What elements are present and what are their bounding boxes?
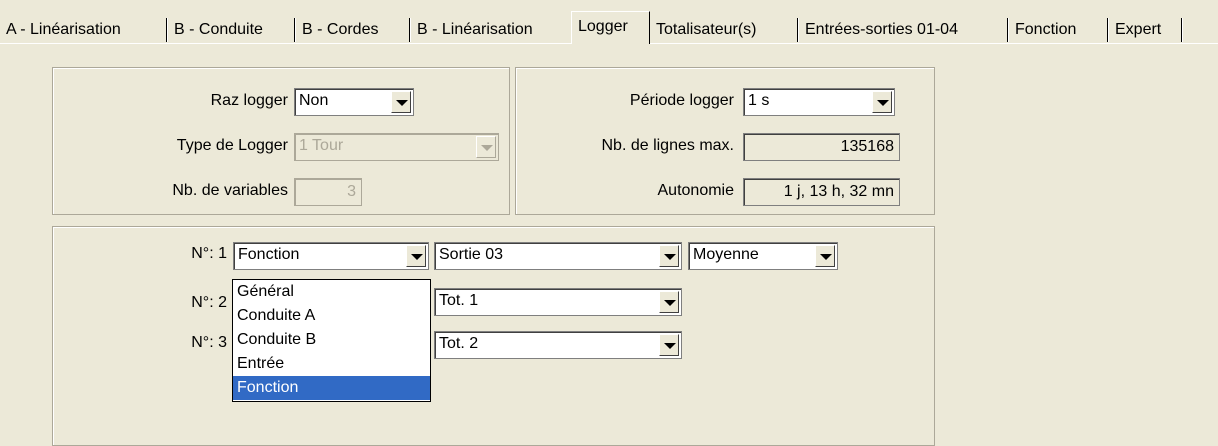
- variable-1-source-select[interactable]: Fonction: [233, 242, 429, 270]
- source-dropdown-list: Général Conduite A Conduite B Entrée Fon…: [232, 279, 431, 402]
- nb-variables-field: 3: [294, 178, 362, 206]
- type-logger-value: 1 Tour: [299, 137, 344, 154]
- tab-a-linearisation[interactable]: A - Linéarisation: [0, 16, 168, 43]
- variable-1-output-select[interactable]: Sortie 03: [434, 242, 682, 270]
- raz-logger-label: Raz logger: [210, 92, 288, 109]
- tab-totalisateurs[interactable]: Totalisateur(s): [650, 16, 799, 43]
- tab-label: Entrées-sorties 01-04: [805, 21, 958, 38]
- chevron-down-icon[interactable]: [815, 245, 835, 267]
- variable-3-label: N°: 3: [191, 334, 227, 351]
- nb-lignes-field: 135168: [743, 133, 900, 161]
- chevron-down-icon: [476, 136, 496, 158]
- raz-logger-select[interactable]: Non: [294, 88, 414, 116]
- periode-logger-label: Période logger: [629, 92, 734, 109]
- tab-label: Fonction: [1015, 21, 1077, 38]
- tab-label: B - Cordes: [302, 21, 379, 38]
- type-logger-select: 1 Tour: [294, 133, 499, 161]
- tab-label: Totalisateur(s): [656, 21, 757, 38]
- chevron-down-icon[interactable]: [406, 245, 426, 267]
- dropdown-option-entree[interactable]: Entrée: [233, 352, 430, 376]
- dropdown-option-fonction[interactable]: Fonction: [233, 376, 430, 400]
- tab-fonction[interactable]: Fonction: [1009, 16, 1109, 43]
- type-logger-label: Type de Logger: [176, 137, 288, 154]
- tab-b-cordes[interactable]: B - Cordes: [296, 16, 411, 43]
- tab-label: B - Conduite: [174, 21, 263, 38]
- periode-logger-select[interactable]: 1 s: [743, 88, 895, 116]
- variable-1-output-value: Sortie 03: [439, 246, 504, 263]
- dropdown-option-conduite-a[interactable]: Conduite A: [233, 304, 430, 328]
- nb-variables-label: Nb. de variables: [172, 182, 288, 199]
- variable-2-label: N°: 2: [191, 294, 227, 311]
- chevron-down-icon[interactable]: [659, 245, 679, 267]
- tab-b-conduite[interactable]: B - Conduite: [168, 16, 296, 43]
- chevron-down-icon[interactable]: [391, 91, 411, 113]
- tab-b-linearisation[interactable]: B - Linéarisation: [411, 16, 571, 43]
- chevron-down-icon[interactable]: [659, 334, 679, 356]
- raz-logger-value: Non: [299, 92, 329, 109]
- periode-logger-value: 1 s: [748, 92, 770, 109]
- variable-1-source-value: Fonction: [238, 246, 300, 263]
- variable-2-output-select[interactable]: Tot. 1: [434, 288, 682, 316]
- variable-1-mode-select[interactable]: Moyenne: [688, 242, 838, 270]
- tab-logger[interactable]: Logger: [571, 11, 650, 44]
- tab-label: A - Linéarisation: [6, 21, 121, 38]
- variable-2-output-value: Tot. 1: [439, 292, 479, 309]
- tab-strip: A - Linéarisation B - Conduite B - Corde…: [0, 0, 1218, 44]
- nb-lignes-label: Nb. de lignes max.: [601, 137, 734, 154]
- tab-label: Logger: [578, 18, 628, 35]
- dropdown-option-conduite-b[interactable]: Conduite B: [233, 328, 430, 352]
- tab-label: B - Linéarisation: [417, 21, 533, 38]
- chevron-down-icon[interactable]: [659, 291, 679, 313]
- tab-entrees-sorties[interactable]: Entrées-sorties 01-04: [799, 16, 1009, 43]
- variable-3-output-value: Tot. 2: [439, 335, 479, 352]
- variable-1-label: N°: 1: [191, 245, 227, 262]
- autonomie-field: 1 j, 13 h, 32 mn: [743, 178, 900, 206]
- chevron-down-icon[interactable]: [872, 91, 892, 113]
- dropdown-option-general[interactable]: Général: [233, 280, 430, 304]
- variable-1-mode-value: Moyenne: [693, 246, 759, 263]
- autonomie-label: Autonomie: [657, 182, 735, 199]
- variable-3-output-select[interactable]: Tot. 2: [434, 331, 682, 359]
- tab-expert[interactable]: Expert: [1109, 16, 1183, 43]
- tab-label: Expert: [1115, 21, 1162, 38]
